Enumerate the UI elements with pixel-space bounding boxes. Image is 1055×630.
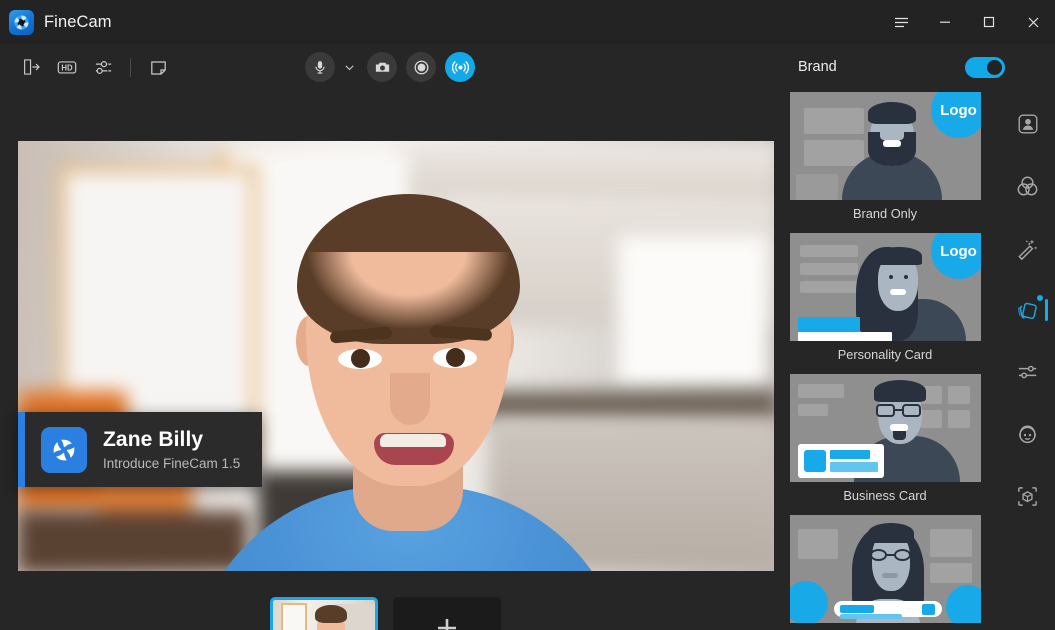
- name-card-overlay[interactable]: Zane Billy Introduce FineCam 1.5: [18, 412, 263, 487]
- rail-item-ar-objects[interactable]: [1006, 474, 1050, 518]
- thumb-hair: [314, 605, 347, 623]
- brand-card-label: Personality Card: [837, 347, 933, 362]
- cards-stack-icon: [1018, 302, 1037, 319]
- brand-card-label: Brand Only: [852, 206, 918, 221]
- door-exit-icon[interactable]: [14, 50, 48, 84]
- brand-toggle[interactable]: [965, 56, 1005, 78]
- camera-source-thumbnail[interactable]: [269, 597, 378, 630]
- name-card-text: Zane Billy Introduce FineCam 1.5: [103, 428, 240, 471]
- sliders-h-icon: [1018, 365, 1037, 378]
- rail-item-beautify[interactable]: [1006, 226, 1050, 270]
- video-preview[interactable]: [18, 141, 774, 571]
- rail-item-avatar[interactable]: [1006, 412, 1050, 456]
- title-bar: FineCam: [0, 0, 1055, 44]
- close-icon[interactable]: [1011, 0, 1055, 44]
- brand-card-list: Logo Brand Only Logo Personality Card Bu…: [770, 90, 1000, 630]
- name-card-subtitle: Introduce FineCam 1.5: [103, 456, 241, 471]
- name-card-accent-bar: [18, 412, 25, 487]
- svg-text:HD: HD: [61, 64, 73, 73]
- window-controls: [879, 0, 1055, 44]
- rail-item-brand-cards[interactable]: [1006, 288, 1050, 332]
- feature-rail: [1000, 90, 1055, 630]
- finecam-window: FineCam HD Brand Zane Billy Introduce Fi…: [0, 0, 1055, 630]
- ar-cube-icon: [1018, 486, 1037, 506]
- brand-card-preview-brand-only: Logo: [789, 92, 981, 200]
- subject-hair: [297, 194, 520, 344]
- source-thumbnail-strip: [0, 597, 770, 630]
- rail-active-indicator: [1044, 299, 1048, 321]
- brand-card-option[interactable]: Colorful Card: [789, 515, 981, 630]
- hd-badge-icon[interactable]: HD: [50, 50, 84, 84]
- brand-card-option[interactable]: Logo Personality Card: [789, 233, 981, 371]
- camera-icon[interactable]: [367, 52, 397, 82]
- rail-item-portrait[interactable]: [1006, 102, 1050, 146]
- finecam-swirl-icon: [41, 426, 87, 473]
- rail-item-adjust[interactable]: [1006, 350, 1050, 394]
- toolbar-divider: [130, 57, 131, 77]
- brand-card-preview-personality: Logo: [789, 233, 981, 341]
- brand-card-preview-business: [789, 374, 981, 482]
- face-avatar-icon: [1019, 425, 1036, 443]
- brand-toggle-knob: [987, 59, 1002, 75]
- hamburger-menu-icon[interactable]: [879, 0, 923, 44]
- microphone-icon[interactable]: [305, 52, 335, 82]
- add-source-button[interactable]: [392, 597, 501, 630]
- portrait-frame-icon: [1018, 114, 1037, 134]
- broadcast-icon[interactable]: [445, 52, 475, 82]
- main-body: Zane Billy Introduce FineCam 1.5 Logo Br…: [0, 90, 1055, 630]
- name-card-name: Zane Billy: [103, 428, 204, 451]
- rail-item-color[interactable]: [1006, 164, 1050, 208]
- magic-wand-icon: [1018, 238, 1038, 260]
- brand-card-label: Colorful Card: [790, 623, 981, 630]
- record-circle-icon[interactable]: [406, 52, 436, 82]
- brand-title: Brand: [798, 59, 837, 75]
- video-subject: [18, 141, 774, 571]
- brand-card-option[interactable]: Logo Brand Only: [789, 92, 981, 230]
- brand-card-option[interactable]: Business Card: [789, 374, 981, 512]
- preview-stage: Zane Billy Introduce FineCam 1.5: [0, 90, 774, 630]
- rail-badge-dot: [1036, 295, 1043, 301]
- subject-teeth: [380, 434, 446, 447]
- minimize-icon[interactable]: [923, 0, 967, 44]
- main-toolbar: HD Brand: [0, 44, 1055, 90]
- color-circles-icon: [1017, 176, 1038, 195]
- brand-card-preview-colorful: [789, 515, 981, 623]
- finecam-logo-icon: [9, 9, 34, 35]
- chevron-down-icon[interactable]: [341, 54, 358, 80]
- thumbnail-preview: [272, 600, 375, 630]
- app-title: FineCam: [44, 12, 112, 31]
- brand-card-label: Business Card: [843, 488, 927, 503]
- thumb-door: [280, 603, 307, 630]
- brand-panel-header: Brand: [780, 44, 1055, 90]
- subject-nose: [390, 373, 430, 425]
- subject-pupil-right: [446, 348, 465, 367]
- name-card-body: Zane Billy Introduce FineCam 1.5: [25, 412, 263, 487]
- note-tag-icon[interactable]: [141, 50, 175, 84]
- subject-pupil-left: [351, 349, 370, 368]
- maximize-icon[interactable]: [967, 0, 1011, 44]
- toolbar-left-group: HD: [0, 50, 175, 84]
- sliders-icon[interactable]: [86, 50, 120, 84]
